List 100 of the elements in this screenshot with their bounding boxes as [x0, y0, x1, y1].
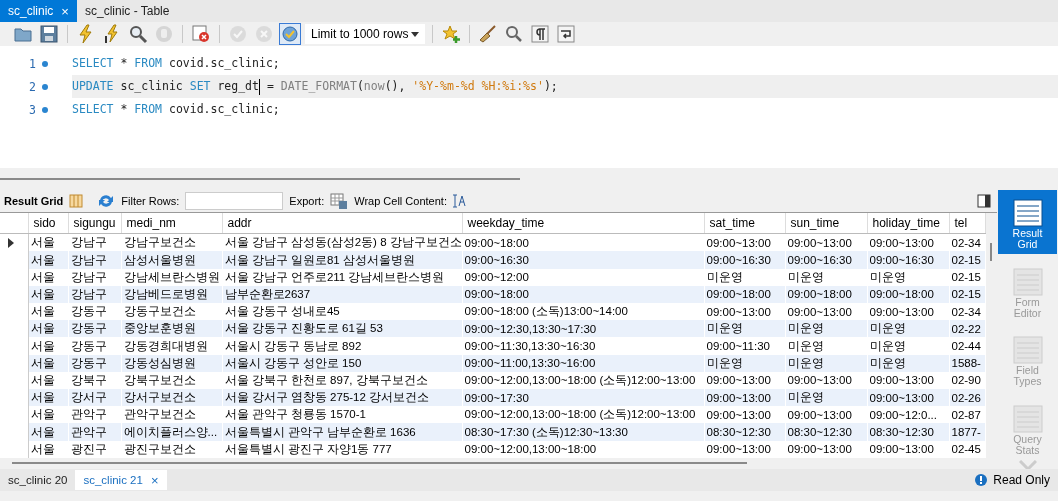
table-cell: 서울 강서구 염창동 275-12 강서보건소 — [222, 389, 462, 407]
table-cell: 서울 강남구 언주로211 강남세브란스병원 — [222, 268, 462, 286]
scrollbar-thumb[interactable] — [0, 178, 520, 180]
magnifier-icon[interactable] — [127, 23, 149, 45]
statement-dot-icon — [42, 83, 48, 90]
column-header[interactable]: weekday_time — [462, 213, 704, 234]
autocommit-icon[interactable] — [279, 23, 301, 45]
table-cell: 서울 강동구 진황도로 61길 53 — [222, 320, 462, 338]
table-cell: 서울 — [28, 354, 68, 372]
wrap-icon[interactable] — [555, 23, 577, 45]
star-plus-icon[interactable] — [440, 23, 462, 45]
result-tab[interactable]: sc_clinic 20 — [0, 470, 76, 490]
table-cell: 서울 — [28, 285, 68, 304]
table-cell: 미운영 — [785, 268, 867, 286]
table-cell: 09:00~18:00 — [704, 285, 785, 304]
table-cell: 09:00~17:30 — [462, 389, 704, 407]
wrap-cell-icon[interactable] — [452, 194, 467, 208]
table-cell: 02-45 — [949, 440, 985, 458]
save-icon[interactable] — [38, 23, 60, 45]
table-cell: 09:00~11:30 — [704, 337, 785, 355]
column-header[interactable]: tel — [949, 213, 985, 234]
result-tab[interactable]: sc_clinic 21 × — [75, 470, 167, 490]
table-cell: 관악구 — [68, 423, 121, 441]
table-cell: 09:00~12:00,13:00~18:00 — [462, 440, 704, 458]
table-cell: 서울특별시 광진구 자양1동 777 — [222, 440, 462, 458]
table-cell: 미운영 — [785, 389, 867, 407]
table-cell: 09:00~13:00 — [785, 440, 867, 458]
table-cell: 09:00~16:30 — [867, 251, 949, 269]
column-header[interactable]: addr — [222, 213, 462, 234]
table-cell: 서울 — [28, 423, 68, 441]
table-cell: 강남구 — [68, 251, 121, 269]
limit-dropdown[interactable]: Limit to 1000 rows — [305, 24, 425, 44]
scrollbar-thumb[interactable] — [12, 462, 747, 464]
editor-tab[interactable]: sc_clinic - Table — [76, 0, 178, 22]
columns-icon[interactable] — [69, 194, 84, 208]
table-cell: 09:00~18:00 — [867, 285, 949, 304]
stop-error-icon[interactable] — [190, 23, 212, 45]
code-line: SELECT * FROM covid.sc_clinic; — [72, 55, 281, 72]
statement-dot-icon — [42, 60, 48, 67]
table-cell: 09:00~13:00 — [704, 440, 785, 458]
table-cell: 광진구 — [68, 440, 121, 458]
table-cell: 09:00~13:00 — [704, 389, 785, 407]
column-header[interactable]: sun_time — [785, 213, 867, 234]
result-grid-label: Result Grid — [4, 195, 64, 207]
table-cell: 강동구 — [68, 354, 121, 372]
panel-toggle-icon[interactable] — [977, 194, 991, 208]
table-cell: 09:00~16:30 — [785, 251, 867, 269]
table-cell: 강남구 — [68, 268, 121, 286]
column-header[interactable]: holiday_time — [867, 213, 949, 234]
side-panel-tab[interactable]: Result Grid — [998, 190, 1057, 255]
table-cell: 08:30~12:30 — [704, 423, 785, 441]
table-cell: 09:00~11:00,13:30~16:00 — [462, 354, 704, 372]
table-cell: 09:00~12:00 — [462, 268, 704, 286]
table-cell: 미운영 — [785, 337, 867, 355]
table-cell: 미운영 — [867, 320, 949, 338]
caret-icon — [411, 31, 419, 37]
table-cell: 서울시 강동구 성안로 150 — [222, 354, 462, 372]
table-cell: 서울 — [28, 440, 68, 458]
table-cell: 09:00~13:00 — [867, 440, 949, 458]
table-cell: 강동경희대병원 — [121, 337, 222, 355]
table-cell: 09:00~13:00 — [867, 389, 949, 407]
table-cell: 미운영 — [704, 354, 785, 372]
column-header[interactable]: sigungu — [68, 213, 121, 234]
table-cell: 강동구 — [68, 337, 121, 355]
current-row-icon — [8, 237, 14, 248]
close-icon[interactable]: × — [61, 3, 69, 19]
chevron-down-icon[interactable] — [1018, 459, 1037, 469]
table-cell: 미운영 — [867, 337, 949, 355]
export-icon[interactable] — [330, 193, 349, 209]
column-header[interactable]: sat_time — [704, 213, 785, 234]
table-cell: 서울 — [28, 268, 68, 286]
info-icon — [975, 474, 988, 486]
close-icon[interactable]: × — [150, 472, 159, 488]
column-header[interactable]: medi_nm — [121, 213, 222, 234]
table-cell: 강서구 — [68, 389, 121, 407]
table-cell: 09:00~18:00 — [462, 285, 704, 304]
filter-field[interactable] — [185, 192, 284, 210]
table-cell: 중앙보훈병원 — [121, 320, 222, 338]
column-header[interactable]: sido — [28, 213, 68, 234]
table-cell: 강서구보건소 — [121, 389, 222, 407]
table-cell: 삼성서울병원 — [121, 251, 222, 269]
table-cell: 서울 — [28, 251, 68, 269]
table-cell: 09:00~12:30,13:30~17:30 — [462, 320, 704, 338]
table-cell: 광진구보건소 — [121, 440, 222, 458]
table-cell: 02-15 — [949, 285, 985, 304]
table-cell: 08:30~12:30 — [867, 423, 949, 441]
table-cell: 서울 강남구 일원로81 삼성서울병원 — [222, 251, 462, 269]
table-cell: 미운영 — [867, 354, 949, 372]
scrollbar-thumb[interactable] — [990, 243, 993, 261]
filter-label: Filter Rows: — [121, 195, 180, 207]
table-cell: 강남구 — [68, 285, 121, 304]
table-cell: 09:00~16:30 — [704, 251, 785, 269]
table-cell: 서울 — [28, 320, 68, 338]
refresh-icon[interactable] — [97, 193, 116, 209]
table-cell: 미운영 — [785, 320, 867, 338]
table-cell: 09:00~18:00 — [785, 285, 867, 304]
table-cell: 미운영 — [785, 354, 867, 372]
stats-icon — [1010, 403, 1045, 434]
editor-tab[interactable]: sc_clinic × — [0, 0, 77, 22]
paragraph-icon[interactable] — [529, 23, 551, 45]
